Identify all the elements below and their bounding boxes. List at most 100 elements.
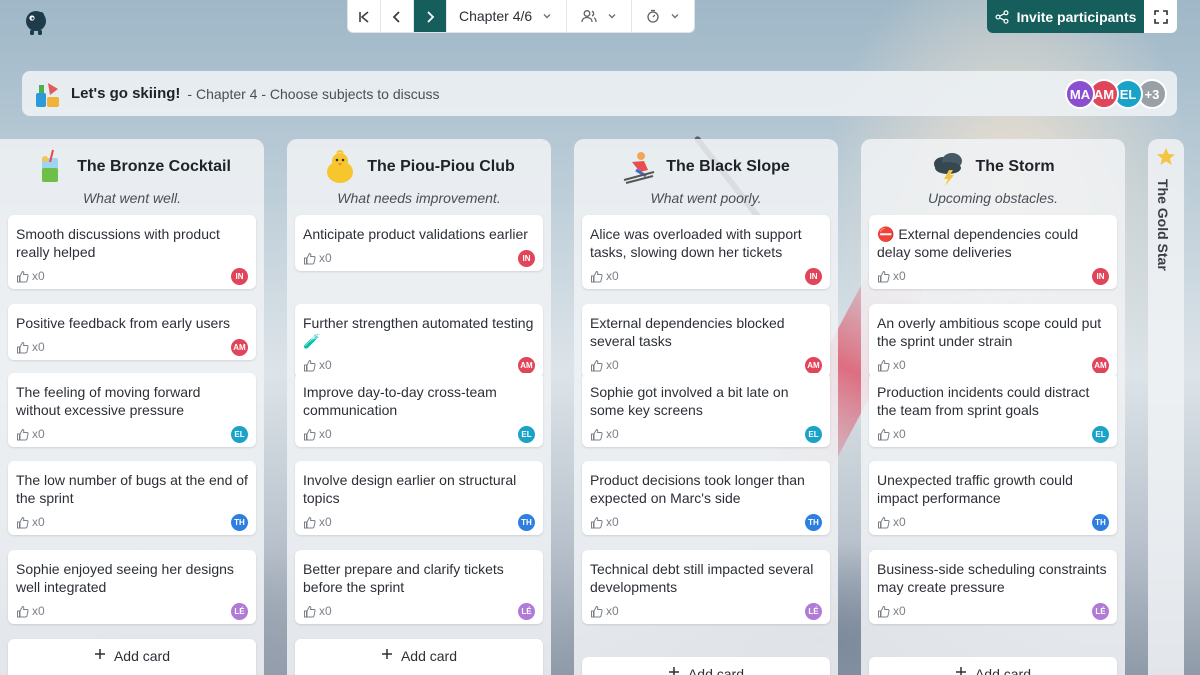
- like-button[interactable]: x0: [877, 515, 906, 529]
- card-text: Product decisions took longer than expec…: [590, 472, 805, 506]
- thumbs-up-icon: [591, 605, 603, 617]
- like-count: x0: [319, 515, 332, 529]
- add-card-button[interactable]: Add card: [295, 639, 543, 675]
- card-footer: x0 TH: [590, 509, 822, 535]
- like-button[interactable]: x0: [877, 604, 906, 618]
- retro-card[interactable]: Smooth discussions with product really h…: [8, 215, 256, 289]
- retro-card[interactable]: Improve day-to-day cross-team communicat…: [295, 373, 543, 447]
- like-button[interactable]: x0: [303, 358, 332, 372]
- app-logo-icon[interactable]: [22, 6, 50, 36]
- like-count: x0: [319, 251, 332, 265]
- author-avatar: AM: [231, 338, 248, 356]
- like-button[interactable]: x0: [303, 427, 332, 441]
- like-button[interactable]: x0: [590, 427, 619, 441]
- card-text: Technical debt still impacted several de…: [590, 561, 814, 595]
- participants-select[interactable]: [567, 0, 633, 32]
- timer-icon: [647, 9, 659, 23]
- card-text: Unexpected traffic growth could impact p…: [877, 472, 1073, 506]
- plus-icon: [955, 667, 966, 675]
- add-card-button[interactable]: Add card: [869, 657, 1117, 675]
- like-count: x0: [606, 358, 619, 372]
- retro-card[interactable]: Better prepare and clarify tickets befor…: [295, 550, 543, 624]
- like-button[interactable]: x0: [877, 269, 906, 283]
- retro-card[interactable]: The low number of bugs at the end of the…: [8, 461, 256, 535]
- like-button[interactable]: x0: [877, 427, 906, 441]
- column-title: The Gold Star: [1155, 179, 1171, 271]
- ski-session-icon: [36, 82, 59, 107]
- column-title: The Bronze Cocktail: [77, 158, 231, 175]
- like-count: x0: [893, 358, 906, 372]
- retro-card[interactable]: ⛔ External dependencies could delay some…: [869, 215, 1117, 289]
- like-button[interactable]: x0: [303, 251, 332, 265]
- add-card-button[interactable]: Add card: [582, 657, 830, 675]
- thumbs-up-icon: [304, 252, 316, 264]
- chapter-select[interactable]: Chapter 4/6: [447, 0, 568, 32]
- like-count: x0: [319, 604, 332, 618]
- column-title: The Black Slope: [666, 158, 790, 175]
- retro-card[interactable]: Sophie got involved a bit late on some k…: [582, 373, 830, 447]
- retro-card[interactable]: Anticipate product validations earlier x0…: [295, 215, 543, 271]
- like-button[interactable]: x0: [16, 515, 45, 529]
- retro-card[interactable]: Product decisions took longer than expec…: [582, 461, 830, 535]
- first-chapter-button[interactable]: [348, 0, 381, 32]
- retro-card[interactable]: Involve design earlier on structural top…: [295, 461, 543, 535]
- column-gold-star[interactable]: The Gold Star: [1148, 139, 1184, 675]
- card-text: Better prepare and clarify tickets befor…: [303, 561, 504, 595]
- card-text: Involve design earlier on structural top…: [303, 472, 517, 506]
- session-subtitle: - Chapter 4 - Choose subjects to discuss: [187, 85, 440, 102]
- card-footer: x0 EL: [16, 421, 248, 447]
- chevron-left-icon: [392, 10, 400, 23]
- previous-chapter-button[interactable]: [381, 0, 414, 32]
- add-card-label: Add card: [113, 648, 171, 664]
- author-avatar: LÉ: [518, 602, 535, 620]
- like-button[interactable]: x0: [590, 515, 619, 529]
- participant-avatar[interactable]: MA: [1065, 79, 1095, 109]
- author-avatar: AM: [1092, 356, 1109, 374]
- retro-card[interactable]: Further strengthen automated testing 🧪 x0…: [295, 304, 543, 378]
- add-card-label: Add card: [400, 648, 458, 664]
- like-button[interactable]: x0: [303, 515, 332, 529]
- like-button[interactable]: x0: [590, 269, 619, 283]
- thumbs-up-icon: [17, 605, 29, 617]
- card-footer: x0 IN: [16, 263, 248, 289]
- add-card-button[interactable]: Add card: [8, 639, 256, 675]
- card-text: Sophie got involved a bit late on some k…: [590, 384, 789, 418]
- retro-card[interactable]: Unexpected traffic growth could impact p…: [869, 461, 1117, 535]
- card-footer: x0 LÉ: [877, 598, 1109, 624]
- add-card-label: Add card: [687, 666, 745, 675]
- retro-card[interactable]: Positive feedback from early users x0 AM: [8, 304, 256, 360]
- retro-card[interactable]: An overly ambitious scope could put the …: [869, 304, 1117, 378]
- retro-card[interactable]: Sophie enjoyed seeing her designs well i…: [8, 550, 256, 624]
- like-count: x0: [32, 427, 45, 441]
- like-button[interactable]: x0: [877, 358, 906, 372]
- retro-card[interactable]: Technical debt still impacted several de…: [582, 550, 830, 624]
- retro-card[interactable]: External dependencies blocked several ta…: [582, 304, 830, 378]
- retro-card[interactable]: The feeling of moving forward without ex…: [8, 373, 256, 447]
- like-button[interactable]: x0: [16, 604, 45, 618]
- retro-card[interactable]: Business-side scheduling constraints may…: [869, 550, 1117, 624]
- like-button[interactable]: x0: [16, 427, 45, 441]
- like-button[interactable]: x0: [590, 358, 619, 372]
- column-subtitle: What went well.: [82, 190, 182, 206]
- retro-card[interactable]: Alice was overloaded with support tasks,…: [582, 215, 830, 289]
- invite-participants-button[interactable]: Invite participants: [987, 0, 1144, 33]
- card-footer: x0 TH: [877, 509, 1109, 535]
- author-avatar: AM: [518, 356, 535, 374]
- next-chapter-button[interactable]: [414, 0, 447, 32]
- like-button[interactable]: x0: [303, 604, 332, 618]
- chevron-down-icon: [608, 14, 616, 19]
- fullscreen-button[interactable]: [1144, 0, 1177, 33]
- like-button[interactable]: x0: [590, 604, 619, 618]
- card-text: The low number of bugs at the end of the…: [16, 472, 248, 506]
- skier-icon: [622, 148, 656, 186]
- like-count: x0: [32, 604, 45, 618]
- timer-select[interactable]: [632, 0, 694, 32]
- thumbs-up-icon: [304, 605, 316, 617]
- column-header: The Bronze Cocktail: [0, 147, 264, 187]
- participants-avatars[interactable]: MA AM EL +3: [1065, 79, 1167, 109]
- author-avatar: IN: [1092, 267, 1109, 285]
- retro-card[interactable]: Production incidents could distract the …: [869, 373, 1117, 447]
- like-button[interactable]: x0: [16, 340, 45, 354]
- like-button[interactable]: x0: [16, 269, 45, 283]
- fullscreen-icon: [1153, 9, 1168, 24]
